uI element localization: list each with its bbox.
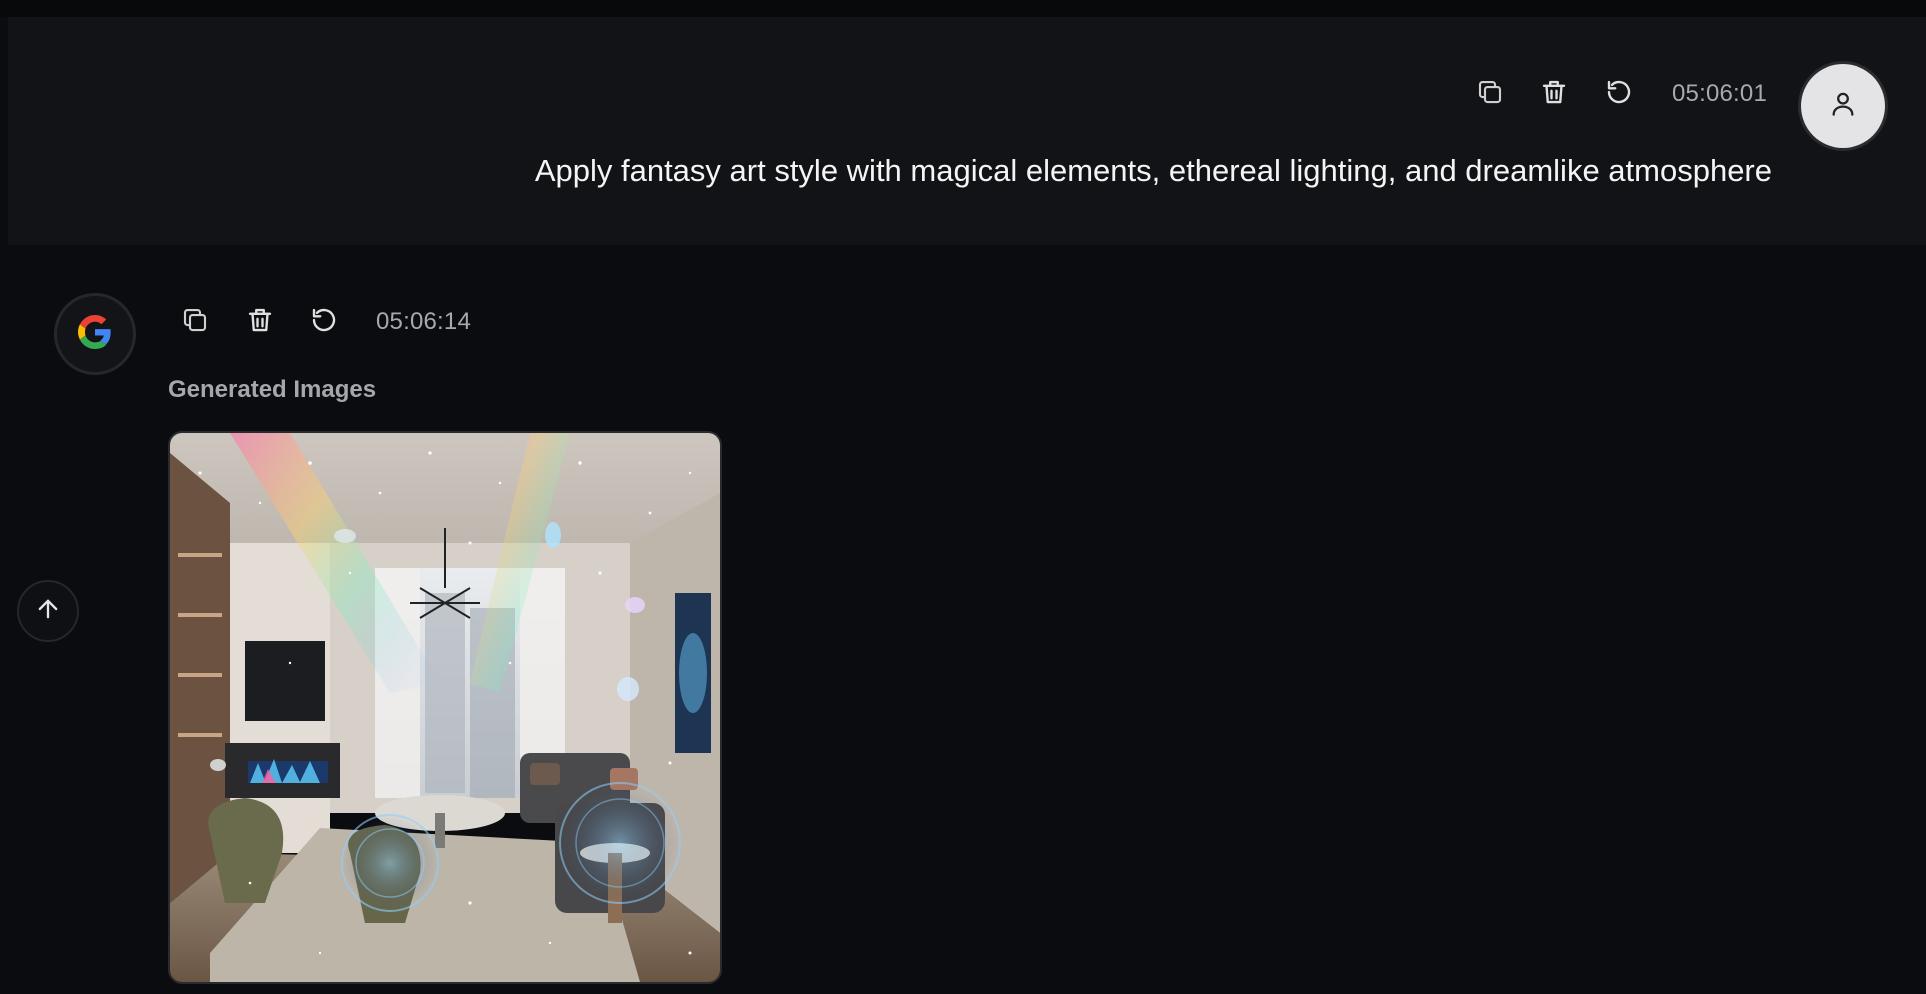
google-logo-icon [78, 314, 112, 354]
copy-icon [180, 305, 210, 340]
generated-image-picture [170, 433, 720, 982]
assistant-message-timestamp: 05:06:14 [376, 308, 472, 335]
user-icon [1827, 88, 1859, 125]
top-strip [0, 0, 1926, 17]
scroll-to-top-button[interactable] [17, 580, 79, 642]
user-message [8, 17, 1926, 245]
assistant-copy-button[interactable] [177, 304, 213, 340]
regenerate-button[interactable] [1601, 76, 1637, 112]
copy-button[interactable] [1472, 76, 1508, 112]
user-avatar [1801, 64, 1885, 148]
delete-button[interactable] [1536, 76, 1572, 112]
trash-icon [245, 305, 275, 340]
assistant-regenerate-button[interactable] [306, 304, 342, 340]
trash-icon [1539, 77, 1569, 112]
generated-images-label: Generated Images [168, 376, 377, 403]
refresh-icon [309, 305, 339, 340]
arrow-up-icon [34, 595, 62, 628]
assistant-avatar [57, 296, 133, 372]
generated-image[interactable] [168, 431, 722, 984]
user-message-timestamp: 05:06:01 [1672, 80, 1768, 107]
refresh-icon [1604, 77, 1634, 112]
copy-icon [1475, 77, 1505, 112]
assistant-delete-button[interactable] [242, 304, 278, 340]
user-message-text: Apply fantasy art style with magical ele… [534, 153, 1772, 188]
